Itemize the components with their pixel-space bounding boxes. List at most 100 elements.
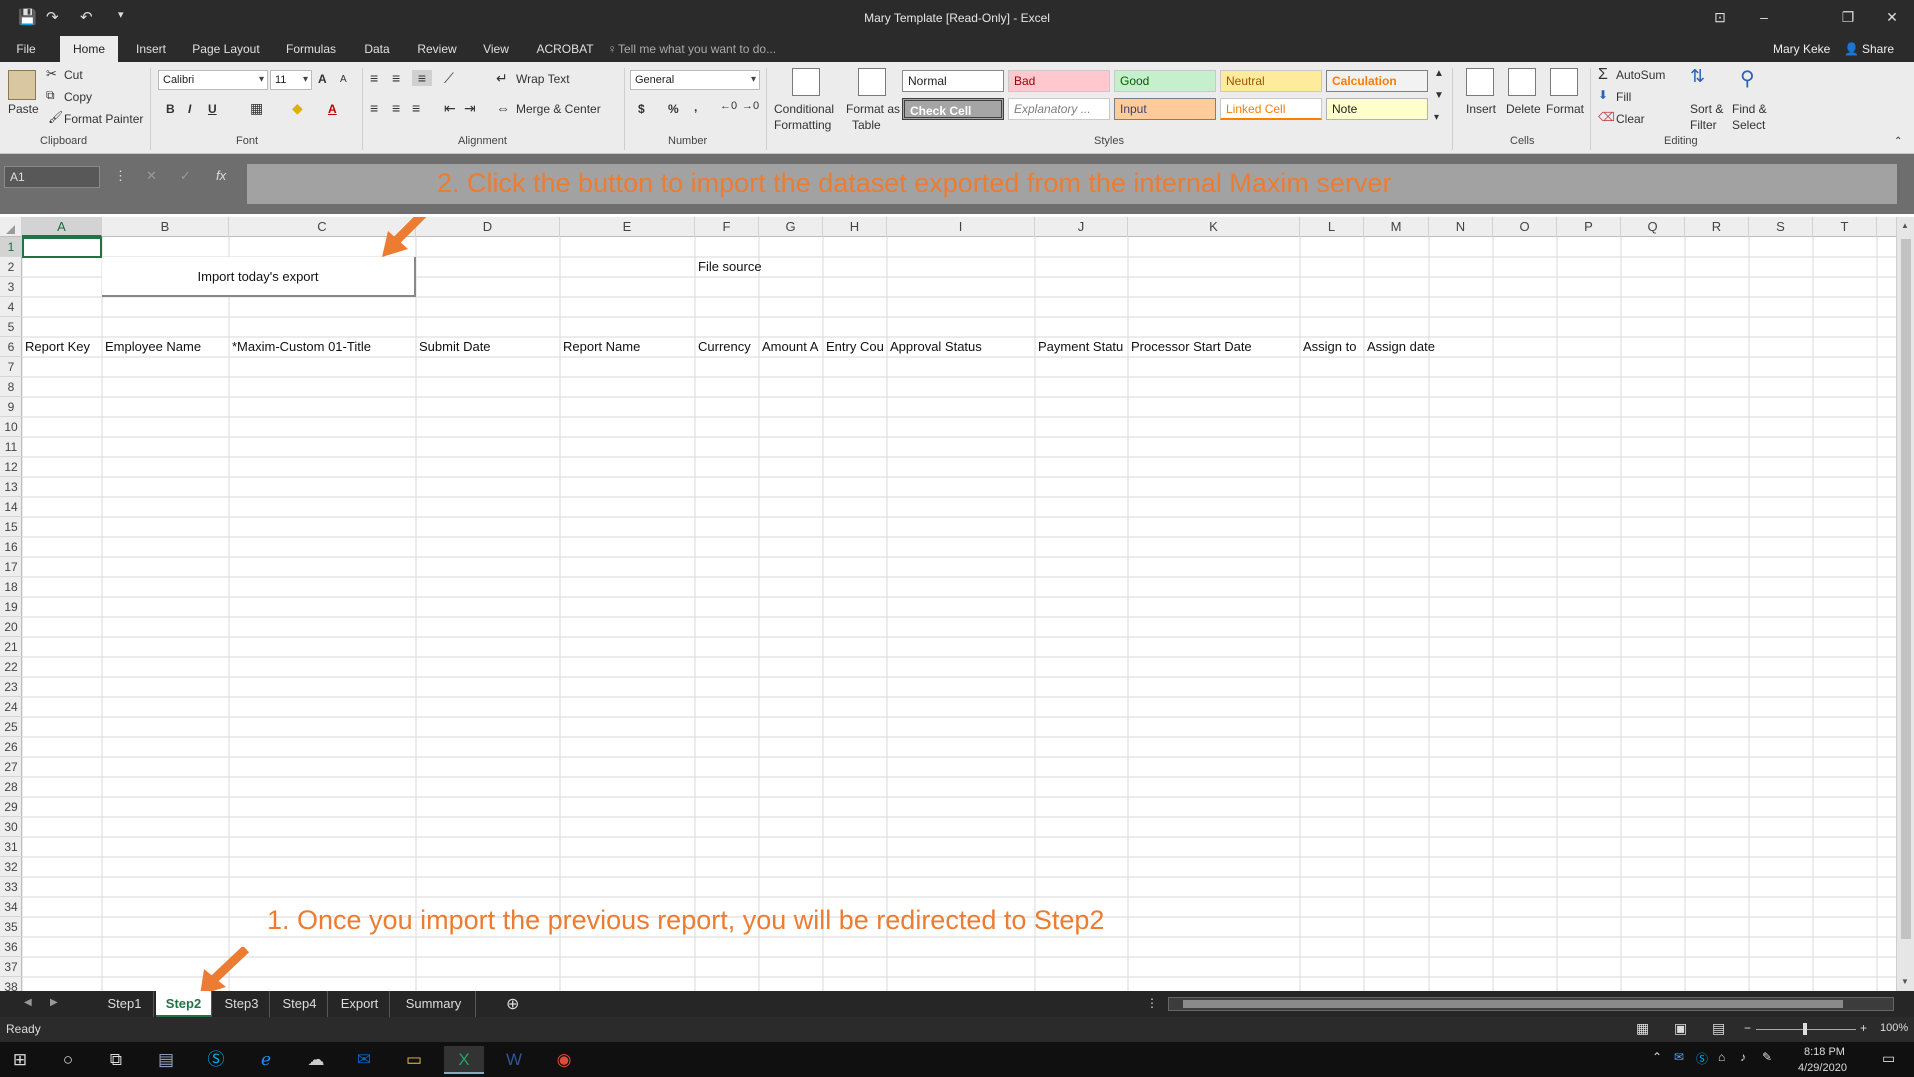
column-header[interactable]: Q <box>1621 217 1685 237</box>
increase-indent-icon[interactable]: ⇥ <box>464 100 476 117</box>
import-todays-export-button[interactable]: Import today's export <box>102 257 416 297</box>
row-header[interactable]: 28 <box>0 777 22 797</box>
row-header[interactable]: 9 <box>0 397 22 417</box>
header-cell[interactable]: Report Name <box>560 337 695 357</box>
format-as-table-label-2[interactable]: Table <box>852 118 881 132</box>
header-cell[interactable]: Entry Cou <box>823 337 887 357</box>
page-break-view-icon[interactable]: ▤ <box>1712 1020 1725 1037</box>
tray-expand-icon[interactable]: ⌃ <box>1652 1050 1662 1064</box>
column-header[interactable]: O <box>1493 217 1557 237</box>
fill-color-icon[interactable]: ◆ <box>292 100 303 117</box>
row-header[interactable]: 30 <box>0 817 22 837</box>
style-linked-cell[interactable]: Linked Cell <box>1220 98 1322 120</box>
shrink-font-button[interactable]: A <box>340 74 347 85</box>
borders-icon[interactable]: ▦ <box>250 100 263 117</box>
row-header[interactable]: 16 <box>0 537 22 557</box>
row-header[interactable]: 11 <box>0 437 22 457</box>
format-as-table-icon[interactable] <box>858 68 886 96</box>
format-cells-icon[interactable] <box>1550 68 1578 96</box>
tray-skype-icon[interactable]: Ⓢ <box>1696 1050 1708 1067</box>
row-header[interactable]: 20 <box>0 617 22 637</box>
close-icon[interactable]: ✕ <box>1872 4 1912 30</box>
ribbon-display-icon[interactable]: ⊡ <box>1700 4 1740 30</box>
sheet-tab-export[interactable]: Export <box>330 991 390 1017</box>
column-header[interactable]: I <box>887 217 1035 237</box>
align-middle-icon[interactable]: ≡ <box>392 70 400 86</box>
collapse-ribbon-icon[interactable]: ⌃ <box>1894 136 1902 147</box>
windows-start-icon[interactable]: ⊞ <box>0 1046 40 1074</box>
enter-icon[interactable]: ✓ <box>180 168 191 184</box>
row-header[interactable]: 18 <box>0 577 22 597</box>
style-note[interactable]: Note <box>1326 98 1428 120</box>
vertical-scrollbar[interactable]: ▲ ▼ <box>1896 217 1914 991</box>
row-header[interactable]: 33 <box>0 877 22 897</box>
zoom-in-icon[interactable]: + <box>1860 1021 1867 1035</box>
italic-button[interactable]: I <box>188 102 191 116</box>
underline-button[interactable]: U <box>208 102 217 116</box>
column-header[interactable]: H <box>823 217 887 237</box>
sheet-tab-step4[interactable]: Step4 <box>272 991 328 1017</box>
row-header[interactable]: 19 <box>0 597 22 617</box>
column-header[interactable]: K <box>1128 217 1300 237</box>
row-header[interactable]: 32 <box>0 857 22 877</box>
zoom-level[interactable]: 100% <box>1880 1022 1908 1034</box>
column-header[interactable]: R <box>1685 217 1749 237</box>
merge-center-icon[interactable]: ⇔ <box>496 100 510 116</box>
insert-function-button[interactable]: fx <box>216 168 226 183</box>
find-select-icon[interactable]: ⚲ <box>1740 66 1755 91</box>
column-header[interactable]: N <box>1429 217 1493 237</box>
orientation-icon[interactable]: ⟋ <box>444 70 454 87</box>
row-header[interactable]: 8 <box>0 377 22 397</box>
sheet-tab-step1[interactable]: Step1 <box>96 991 154 1017</box>
number-format-select[interactable]: General <box>630 70 760 90</box>
tab-split-handle-icon[interactable]: ⋮ <box>1146 996 1158 1010</box>
copy-button[interactable]: Copy <box>64 90 92 104</box>
wrap-text-button[interactable]: Wrap Text <box>516 72 570 86</box>
tab-acrobat[interactable]: ACROBAT <box>530 36 600 62</box>
row-header[interactable]: 13 <box>0 477 22 497</box>
zoom-slider-thumb[interactable] <box>1803 1023 1807 1035</box>
tab-formulas[interactable]: Formulas <box>280 36 342 62</box>
copy-icon[interactable]: ⧉ <box>46 88 55 103</box>
style-check-cell[interactable]: Check Cell <box>902 98 1004 120</box>
header-cell[interactable]: Assign to <box>1300 337 1364 357</box>
user-name[interactable]: Mary Keke <box>1773 36 1830 62</box>
styles-scroll-down-icon[interactable]: ▼ <box>1434 90 1444 101</box>
row-header[interactable]: 4 <box>0 297 22 317</box>
minimize-icon[interactable]: – <box>1744 4 1784 30</box>
clear-button[interactable]: Clear <box>1616 112 1645 126</box>
percent-button[interactable]: % <box>668 102 679 116</box>
paste-icon[interactable] <box>8 70 36 100</box>
row-header[interactable]: 34 <box>0 897 22 917</box>
style-neutral[interactable]: Neutral <box>1220 70 1322 92</box>
align-right-icon[interactable]: ≡ <box>412 100 420 116</box>
align-left-icon[interactable]: ≡ <box>370 100 378 116</box>
sheet-tab-step3[interactable]: Step3 <box>214 991 270 1017</box>
sheet-tab-summary[interactable]: Summary <box>392 991 476 1017</box>
page-layout-view-icon[interactable]: ▣ <box>1674 1020 1687 1037</box>
row-header[interactable]: 1 <box>0 237 22 257</box>
merge-center-button[interactable]: Merge & Center <box>516 102 601 116</box>
style-input[interactable]: Input <box>1114 98 1216 120</box>
find-select-label-2[interactable]: Select <box>1732 118 1765 132</box>
find-select-label-1[interactable]: Find & <box>1732 102 1767 116</box>
internet-explorer-icon[interactable]: ℯ <box>246 1046 286 1074</box>
app-icon[interactable]: ▤ <box>146 1046 186 1074</box>
select-all-corner[interactable] <box>0 217 22 237</box>
paste-label[interactable]: Paste <box>8 102 39 116</box>
sort-filter-icon[interactable]: ⇅ <box>1690 66 1705 87</box>
conditional-formatting-icon[interactable] <box>792 68 820 96</box>
conditional-formatting-label-1[interactable]: Conditional <box>774 102 834 116</box>
row-header[interactable]: 38 <box>0 977 22 991</box>
row-header[interactable]: 27 <box>0 757 22 777</box>
header-cell[interactable]: Currency <box>695 337 759 357</box>
scroll-up-icon[interactable]: ▲ <box>1901 221 1909 230</box>
tab-file[interactable]: File <box>8 36 44 62</box>
insert-cells-icon[interactable] <box>1466 68 1494 96</box>
format-cells-button[interactable]: Format <box>1546 102 1584 116</box>
bold-button[interactable]: B <box>166 102 175 116</box>
row-header[interactable]: 26 <box>0 737 22 757</box>
autosum-button[interactable]: AutoSum <box>1616 68 1665 82</box>
pen-icon[interactable]: ✎ <box>1762 1050 1772 1064</box>
action-center-icon[interactable]: ▭ <box>1882 1050 1895 1067</box>
